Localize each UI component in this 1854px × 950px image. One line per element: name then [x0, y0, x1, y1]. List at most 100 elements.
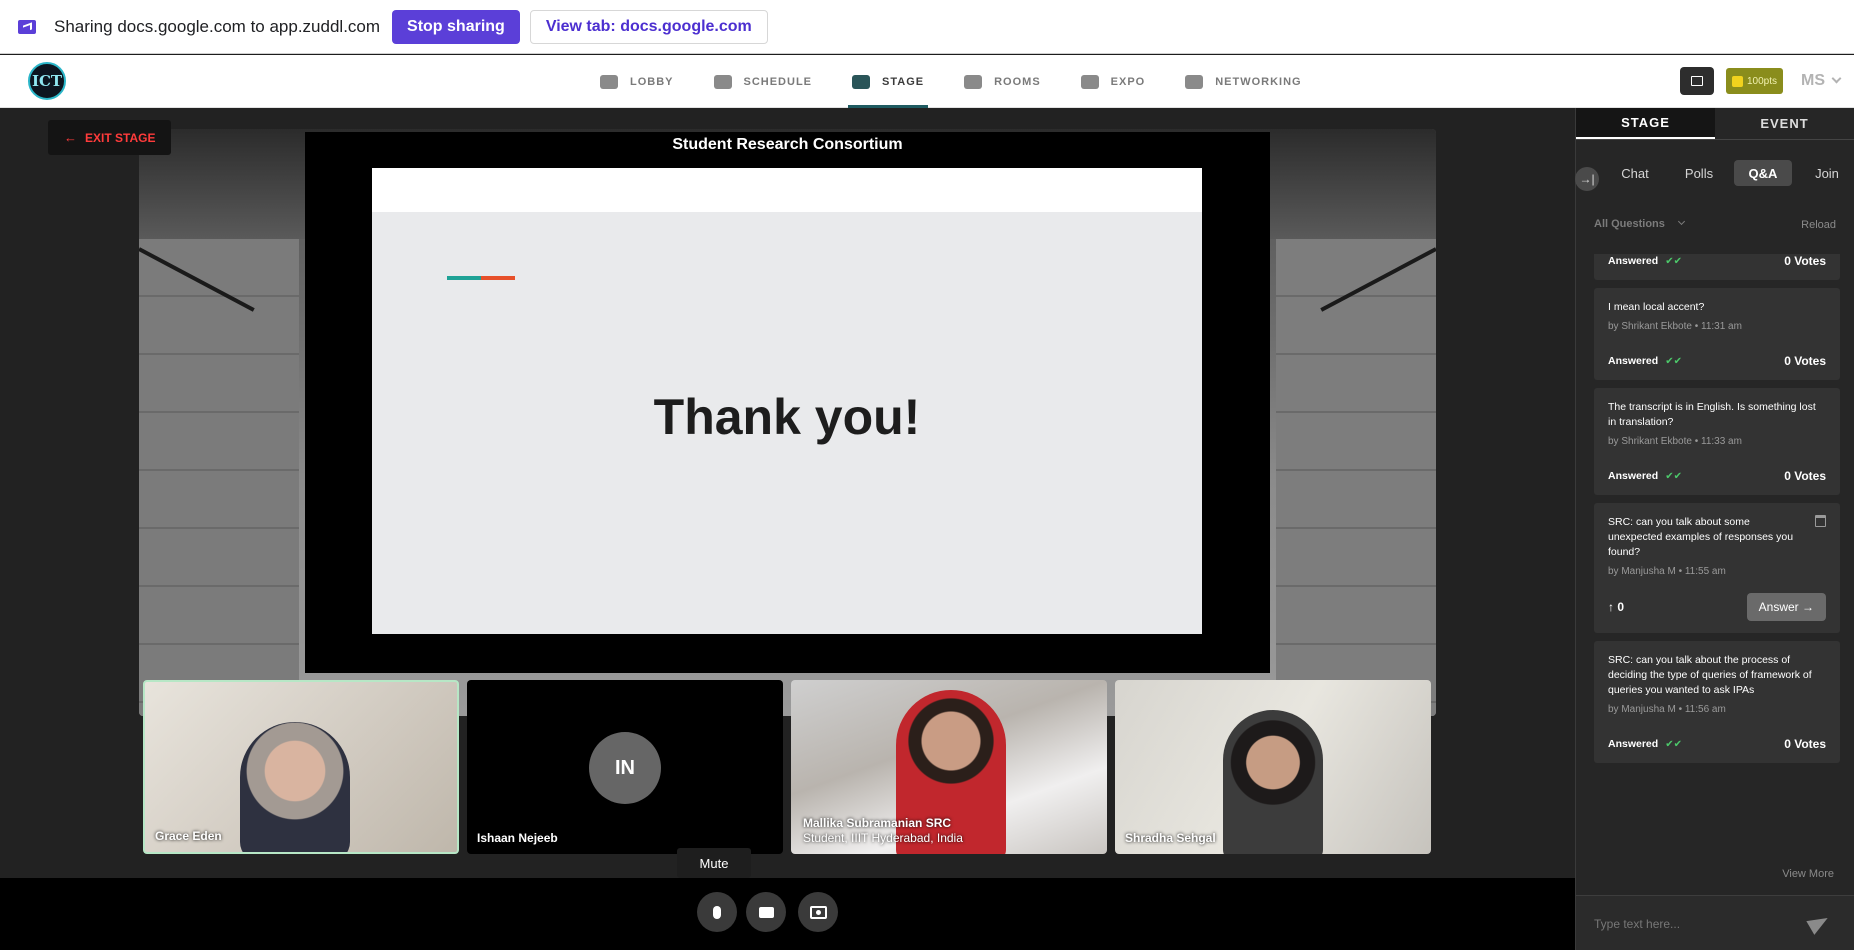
- participant-name: Ishaan Nejeeb: [477, 831, 558, 845]
- slide-header-band: [372, 168, 1202, 212]
- shared-slide: Thank you!: [372, 168, 1202, 634]
- arrow-left-icon: ←: [64, 130, 77, 145]
- subtab-chat[interactable]: Chat: [1606, 160, 1664, 186]
- arrow-up-icon: ↑: [1608, 600, 1614, 614]
- top-navigation: ICT LOBBY SCHEDULE STAGE ROOMS EXPO NETW…: [0, 55, 1854, 108]
- video-tile-mallika-subramanian[interactable]: Mallika Subramanian SRC Student, IIIT Hy…: [791, 680, 1107, 854]
- send-icon[interactable]: [1806, 911, 1832, 935]
- vote-count: 0 Votes: [1784, 737, 1826, 751]
- nav-tab-lobby[interactable]: LOBBY: [580, 55, 694, 108]
- question-text: I mean local accent?: [1608, 301, 1705, 313]
- double-check-icon: ✔✔: [1665, 471, 1682, 482]
- room-wall-left: [139, 239, 299, 716]
- video-tile-shradha-sehgal[interactable]: Shradha Sehgal: [1115, 680, 1431, 854]
- video-tile-ishaan-nejeeb[interactable]: IN Ishaan Nejeeb: [467, 680, 783, 854]
- question-card: Answered ✔✔ 0 Votes: [1594, 254, 1840, 280]
- panel-tab-event[interactable]: EVENT: [1715, 108, 1854, 139]
- stage-area: ← EXIT STAGE Student Research Consortium …: [0, 108, 1575, 950]
- screen-share-bar: Sharing docs.google.com to app.zuddl.com…: [0, 0, 1854, 54]
- question-card: I mean local accent? by Shrikant Ekbote …: [1594, 288, 1840, 380]
- mute-tooltip: Mute: [677, 848, 751, 878]
- view-more-link[interactable]: View More: [1782, 868, 1834, 880]
- screen-share-icon: [18, 19, 36, 34]
- question-text: SRC: can you talk about the process of d…: [1608, 654, 1812, 696]
- answered-status: Answered ✔✔: [1608, 738, 1682, 750]
- user-avatar-menu[interactable]: MS: [1801, 72, 1842, 90]
- camera-button[interactable]: [746, 892, 786, 932]
- nav-tab-networking[interactable]: NETWORKING: [1165, 55, 1321, 108]
- vote-count: 0 Votes: [1784, 254, 1826, 268]
- speaker-tiles: Grace Eden IN Ishaan Nejeeb Mallika Subr…: [143, 680, 1433, 854]
- question-input[interactable]: [1594, 912, 1794, 936]
- question-author: by Manjusha M • 11:55 am: [1608, 566, 1726, 577]
- participant-video: [240, 722, 350, 852]
- share-status-text: Sharing docs.google.com to app.zuddl.com: [54, 16, 381, 36]
- answered-status: Answered ✔✔: [1608, 255, 1682, 267]
- subtab-join[interactable]: Join: [1798, 160, 1854, 186]
- video-camera-icon: [758, 906, 774, 918]
- collapse-panel-icon[interactable]: →|: [1575, 167, 1599, 191]
- subtab-polls[interactable]: Polls: [1670, 160, 1728, 186]
- chevron-down-icon: [1831, 73, 1842, 84]
- nav-tab-expo[interactable]: EXPO: [1061, 55, 1166, 108]
- people-icon: [1185, 74, 1204, 89]
- chat-panel-toggle-button[interactable]: [1679, 67, 1714, 95]
- video-tile-grace-eden[interactable]: Grace Eden: [143, 680, 459, 854]
- answered-status: Answered ✔✔: [1608, 470, 1682, 482]
- question-card: The transcript is in English. Is somethi…: [1594, 388, 1840, 495]
- booth-icon: [1080, 74, 1099, 89]
- question-card: SRC: can you talk about the process of d…: [1594, 641, 1840, 763]
- participant-name: Grace Eden: [155, 829, 222, 843]
- question-card: SRC: can you talk about some unexpected …: [1594, 503, 1840, 633]
- question-author: by Manjusha M • 11:56 am: [1608, 704, 1726, 715]
- panel-tabs: STAGE EVENT: [1576, 108, 1854, 140]
- view-tab-button[interactable]: View tab: docs.google.com: [529, 9, 768, 44]
- question-text: SRC: can you talk about some unexpected …: [1608, 516, 1794, 558]
- double-check-icon: ✔✔: [1665, 356, 1682, 367]
- room-wall-right: [1276, 239, 1436, 716]
- sofa-icon: [600, 74, 618, 89]
- rooms-icon: [964, 74, 983, 89]
- coin-icon: [1731, 75, 1743, 87]
- answer-button[interactable]: Answer →: [1746, 593, 1826, 621]
- side-panel: STAGE EVENT →| Chat Polls Q&A Join All Q…: [1575, 108, 1854, 950]
- double-check-icon: ✔✔: [1665, 256, 1682, 267]
- chevron-down-icon: [1677, 217, 1685, 226]
- participant-initials-avatar: IN: [589, 732, 661, 804]
- nav-right-controls: 100pts MS: [1679, 67, 1842, 95]
- upvote-button[interactable]: ↑ 0: [1608, 600, 1624, 614]
- microphone-icon: [713, 905, 721, 919]
- participant-video: [1223, 710, 1323, 854]
- points-badge[interactable]: 100pts: [1725, 68, 1783, 94]
- nav-tab-rooms[interactable]: ROOMS: [944, 55, 1061, 108]
- question-list[interactable]: Answered ✔✔ 0 Votes I mean local accent? …: [1594, 254, 1840, 868]
- answered-status: Answered ✔✔: [1608, 355, 1682, 367]
- question-author: by Shrikant Ekbote • 11:31 am: [1608, 321, 1742, 332]
- presentation-screen: Student Research Consortium Thank you!: [305, 132, 1270, 673]
- event-logo[interactable]: ICT: [28, 62, 66, 100]
- slide-accent-line: [447, 276, 515, 280]
- trash-icon[interactable]: [1815, 515, 1826, 527]
- nav-tab-schedule[interactable]: SCHEDULE: [694, 55, 833, 108]
- vote-count: 0 Votes: [1784, 354, 1826, 368]
- calendar-icon: [713, 74, 732, 89]
- stop-sharing-button[interactable]: Stop sharing: [392, 9, 520, 44]
- screen-share-icon: [809, 905, 827, 919]
- panel-tab-stage[interactable]: STAGE: [1576, 108, 1715, 139]
- screen-share-button[interactable]: [798, 892, 838, 932]
- question-compose-bar: [1576, 895, 1854, 950]
- subtab-qa[interactable]: Q&A: [1734, 160, 1792, 186]
- session-title: Student Research Consortium: [672, 136, 903, 153]
- question-author: by Shrikant Ekbote • 11:33 am: [1608, 436, 1742, 447]
- microphone-button[interactable]: [697, 892, 737, 932]
- participant-name: Shradha Sehgal: [1125, 831, 1216, 845]
- reload-link[interactable]: Reload: [1801, 219, 1836, 231]
- media-control-bar: [0, 878, 1575, 950]
- vote-count: 0 Votes: [1784, 469, 1826, 483]
- question-filter-dropdown[interactable]: All Questions: [1594, 217, 1685, 230]
- nav-tabs: LOBBY SCHEDULE STAGE ROOMS EXPO NETWORKI…: [580, 55, 1322, 108]
- nav-tab-stage[interactable]: STAGE: [832, 55, 944, 108]
- panel-subtabs: Chat Polls Q&A Join: [1606, 160, 1854, 186]
- exit-stage-button[interactable]: ← EXIT STAGE: [48, 120, 172, 155]
- arrow-right-icon: →: [1802, 600, 1814, 614]
